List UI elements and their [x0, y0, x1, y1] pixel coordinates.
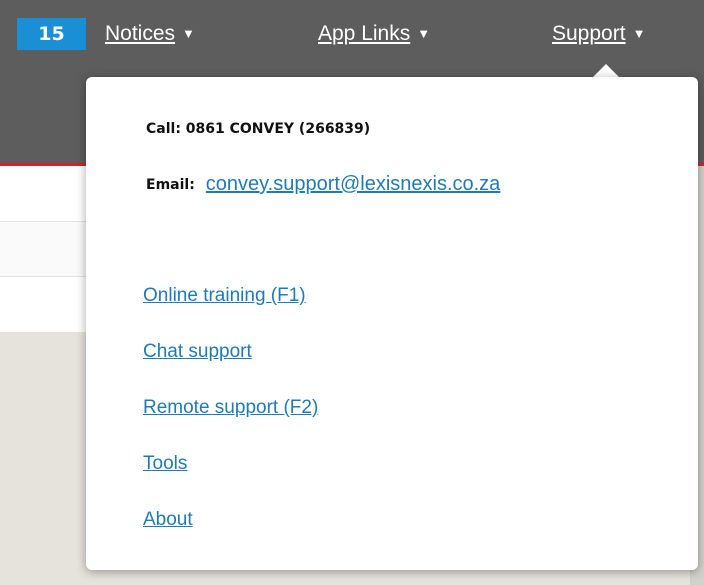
support-menu-label: Support	[552, 22, 626, 45]
dropdown-pointer	[592, 64, 620, 78]
app-links-menu-label: App Links	[318, 22, 411, 45]
app-links-menu[interactable]: App Links ▼	[318, 19, 430, 49]
support-dropdown: Call: 0861 CONVEY (266839) Email: convey.…	[86, 77, 698, 570]
top-bar: 15 Notices ▼ App Links ▼ Support ▼	[0, 0, 704, 69]
about-link[interactable]: About	[143, 509, 193, 531]
chat-support-link[interactable]: Chat support	[143, 341, 252, 363]
caret-down-icon: ▼	[632, 26, 646, 41]
notification-count-badge[interactable]: 15	[17, 18, 86, 50]
support-phone: Call: 0861 CONVEY (266839)	[146, 121, 371, 137]
notices-menu[interactable]: Notices ▼	[105, 19, 195, 49]
notices-menu-label: Notices	[105, 22, 176, 45]
caret-down-icon: ▼	[182, 26, 195, 41]
support-email-row: Email: convey.support@lexisnexis.co.za	[146, 173, 500, 196]
caret-down-icon: ▼	[417, 26, 431, 41]
remote-support-link[interactable]: Remote support (F2)	[143, 397, 318, 419]
email-label: Email:	[146, 177, 195, 193]
support-email-link[interactable]: convey.support@lexisnexis.co.za	[206, 173, 501, 195]
support-menu[interactable]: Support ▼	[552, 19, 645, 49]
online-training-link[interactable]: Online training (F1)	[143, 285, 306, 307]
tools-link[interactable]: Tools	[143, 453, 187, 475]
